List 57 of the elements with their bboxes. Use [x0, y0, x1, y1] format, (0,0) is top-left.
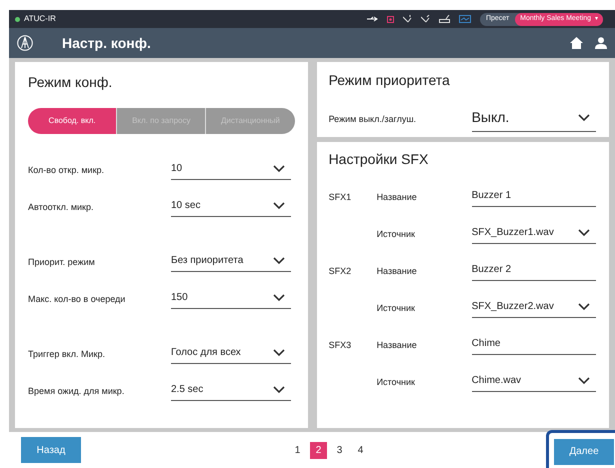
dropdown[interactable]: Выкл. — [472, 107, 596, 132]
setting-label: Время ожид. для микр. — [28, 384, 126, 398]
setting-label: Источник — [376, 228, 416, 241]
setting-label: Источник — [376, 302, 416, 315]
setting-label: Макс. кол-во в очереди — [28, 292, 126, 306]
device-icon — [438, 15, 450, 23]
chevron-down-icon — [578, 302, 590, 310]
chevron-down-icon — [273, 202, 285, 210]
page-number[interactable]: 4 — [352, 442, 369, 458]
dropdown[interactable]: 10 sec — [171, 198, 291, 217]
record-icon — [386, 16, 394, 22]
setting-label: Режим выкл./заглуш. — [328, 112, 418, 126]
sfx-id-label: SFX2 — [328, 264, 352, 278]
back-button[interactable]: Назад — [21, 437, 81, 463]
dropdown[interactable]: Без приоритета — [171, 253, 291, 272]
home-icon[interactable] — [570, 37, 583, 49]
setting-label: Кол-во откр. микр. — [28, 164, 106, 177]
chevron-down-icon — [578, 228, 590, 236]
setting-label: Название — [376, 190, 418, 204]
display-icon — [458, 15, 471, 23]
panel-title: Режим конф. — [28, 73, 114, 92]
setting-label: Триггер вкл. Микр. — [28, 348, 106, 361]
setting-label: Приорит. режим — [28, 256, 96, 269]
chevron-down-icon — [273, 294, 285, 302]
page-title: Настр. конф. — [62, 34, 151, 53]
dropdown[interactable]: Голос для всех — [171, 345, 291, 364]
name-input-field[interactable]: Buzzer 1 — [472, 188, 596, 207]
chevron-down-icon — [578, 376, 590, 384]
chevron-down-icon — [273, 386, 285, 394]
dropdown[interactable]: 10 — [171, 161, 291, 180]
user-icon[interactable] — [595, 37, 607, 49]
chevron-down-icon — [273, 348, 285, 356]
sfx-id-label: SFX1 — [328, 190, 352, 204]
dropdown[interactable]: SFX_Buzzer1.wav — [472, 225, 596, 244]
dropdown[interactable]: 150 — [171, 290, 291, 309]
chevron-down-icon — [273, 164, 285, 172]
name-input-field[interactable]: Chime — [472, 336, 596, 355]
chevron-down-icon — [273, 256, 285, 264]
device-name: ATUC-IR — [24, 13, 56, 25]
dropdown[interactable]: SFX_Buzzer2.wav — [472, 299, 596, 318]
page-number[interactable]: 3 — [331, 442, 348, 458]
dropdown[interactable]: Chime.wav — [472, 373, 596, 392]
setting-label: Автооткл. микр. — [28, 200, 94, 214]
dropdown[interactable]: 2.5 sec — [171, 382, 291, 401]
page-number[interactable]: 1 — [289, 442, 306, 458]
setting-label: Источник — [376, 376, 416, 389]
mode-tab[interactable]: Свобод. вкл. — [28, 108, 116, 134]
setting-label: Название — [376, 338, 418, 352]
setting-label: Название — [376, 264, 418, 278]
next-button[interactable]: Далее — [554, 438, 614, 465]
sfx-id-label: SFX3 — [328, 338, 352, 352]
panel-title: Настройки SFX — [328, 150, 430, 169]
logo-icon — [17, 35, 33, 51]
page-number[interactable]: 2 — [310, 442, 327, 458]
panel-title: Режим приоритета — [328, 71, 451, 90]
chevron-down-icon — [578, 114, 590, 122]
name-input-field[interactable]: Buzzer 2 — [472, 262, 596, 281]
